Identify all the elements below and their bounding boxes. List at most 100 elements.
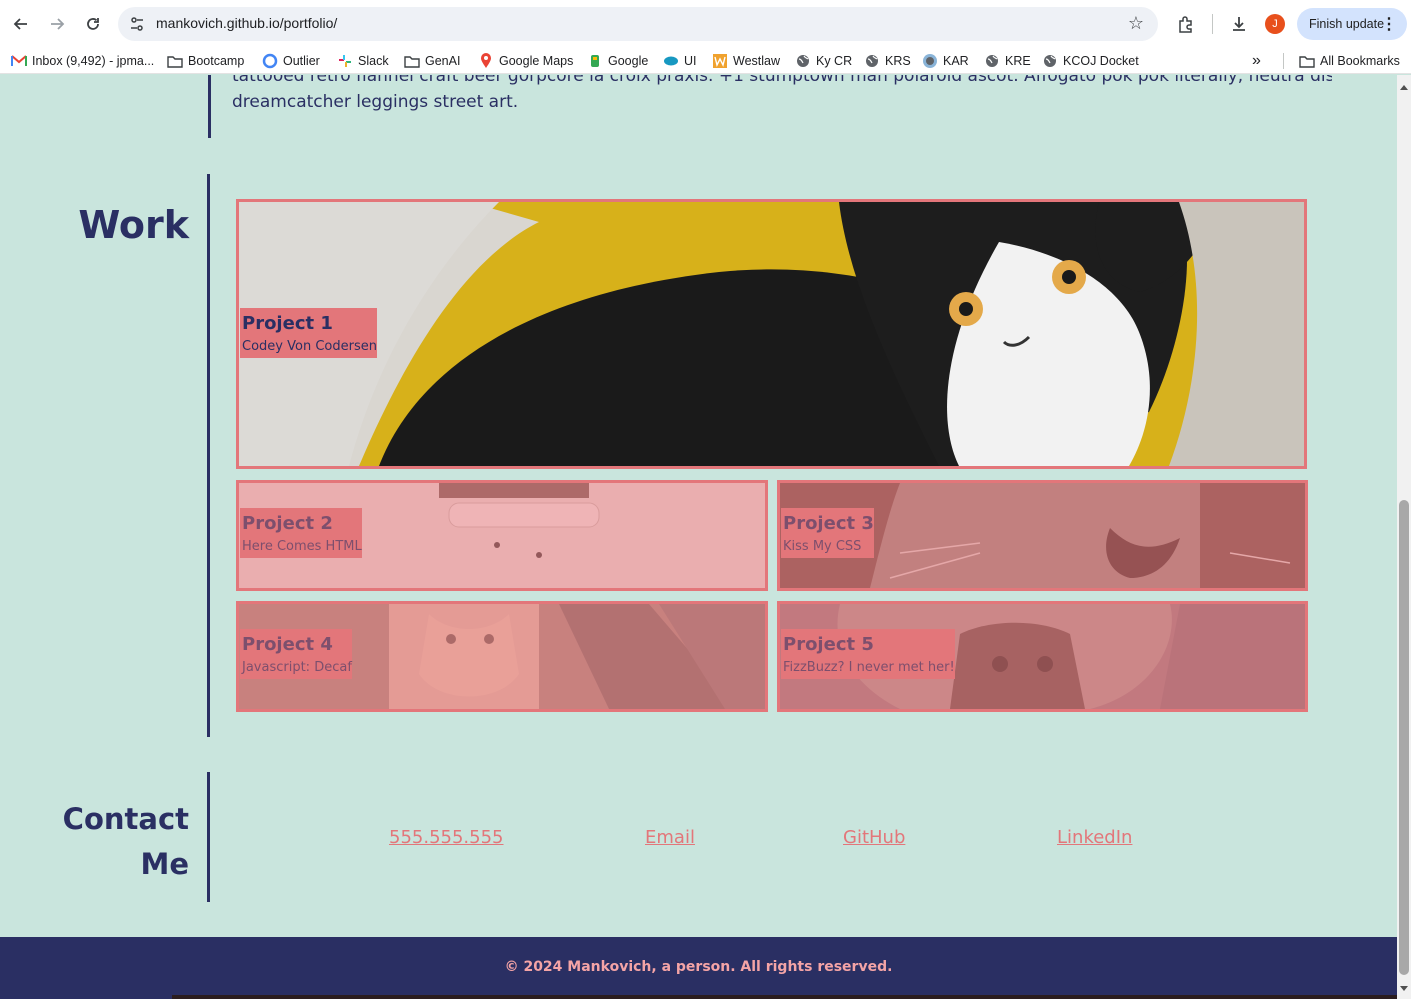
reload-icon[interactable] — [81, 12, 105, 36]
project-5-label: Project 5 FizzBuzz? I never met her! — [781, 629, 955, 679]
project-subtitle: Codey Von Codersen — [242, 339, 377, 354]
project-card-4[interactable]: Project 4 Javascript: Decaf — [236, 601, 768, 712]
bookmark-krs[interactable]: KRS — [864, 52, 911, 70]
project-3-label: Project 3 Kiss My CSS — [781, 508, 874, 558]
scrollbar-thumb[interactable] — [1399, 500, 1409, 975]
bookmarks-divider — [1283, 53, 1284, 69]
bookmark-label: GenAI — [425, 54, 461, 68]
work-heading: Work — [78, 203, 189, 247]
bookmark-westlaw[interactable]: Westlaw — [712, 52, 780, 70]
bookmark-label: Slack — [358, 54, 389, 68]
globe-icon — [1042, 53, 1058, 69]
project-card-5[interactable]: Project 5 FizzBuzz? I never met her! — [777, 601, 1308, 712]
contact-heading-line: Contact — [62, 802, 189, 836]
about-paragraph: tattooed retro flannel craft beer gorpco… — [232, 75, 1332, 115]
project-title: Project 3 — [783, 513, 874, 534]
project-card-1[interactable]: Project 1 Codey Von Codersen — [236, 199, 1307, 469]
scroll-up-arrow-icon[interactable] — [1400, 85, 1408, 90]
project-subtitle: Javascript: Decaf — [242, 660, 352, 675]
bookmark-ui[interactable]: UI — [663, 52, 697, 70]
page-footer: © 2024 Mankovich, a person. All rights r… — [0, 937, 1397, 999]
project-subtitle: Here Comes HTML — [242, 539, 362, 554]
bookmark-star-icon[interactable]: ☆ — [1128, 13, 1144, 34]
bookmark-genai[interactable]: GenAI — [404, 52, 460, 70]
toolbar-divider — [1212, 14, 1213, 34]
phone-link[interactable]: 555.555.555 — [389, 827, 504, 848]
bookmark-ky-cr[interactable]: Ky CR — [795, 52, 852, 70]
kebab-menu-icon: ⋮ — [1381, 16, 1397, 33]
bookmark-label: KCOJ Docket — [1063, 54, 1139, 68]
about-text-line: tattooed retro flannel craft beer gorpco… — [232, 75, 1332, 86]
bookmark-inbox[interactable]: Inbox (9,492) - jpma... — [11, 52, 154, 70]
profile-avatar[interactable]: J — [1265, 14, 1285, 34]
bookmark-kar[interactable]: KAR — [922, 52, 969, 70]
folder-icon — [404, 53, 420, 69]
bookmark-label: Westlaw — [733, 54, 781, 68]
bookmark-label: KAR — [943, 54, 969, 68]
project-subtitle: FizzBuzz? I never met her! — [783, 660, 955, 675]
finish-update-button[interactable]: Finish update ⋮ — [1297, 8, 1407, 40]
globe-icon — [984, 53, 1000, 69]
about-section-divider — [208, 75, 211, 138]
project-title: Project 5 — [783, 634, 874, 655]
slack-icon — [337, 53, 353, 69]
project-subtitle: Kiss My CSS — [783, 539, 862, 554]
more-bookmarks-chevron-icon[interactable]: » — [1252, 52, 1261, 70]
scroll-down-arrow-icon[interactable] — [1400, 986, 1408, 991]
bookmark-label: Google Maps — [499, 54, 574, 68]
contact-heading: Contact Me — [39, 797, 189, 887]
bookmark-label: Inbox (9,492) - jpma... — [32, 54, 155, 68]
bookmark-label: Outlier — [283, 54, 320, 68]
page-scrollbar[interactable] — [1397, 75, 1411, 999]
folder-icon — [167, 53, 183, 69]
bookmark-outlier[interactable]: Outlier — [262, 52, 320, 70]
all-bookmarks-label: All Bookmarks — [1320, 54, 1400, 68]
bookmark-bootcamp[interactable]: Bootcamp — [167, 52, 244, 70]
project-card-3[interactable]: Project 3 Kiss My CSS — [777, 480, 1308, 591]
google-icon — [587, 53, 603, 69]
contact-heading-line: Me — [140, 847, 189, 881]
outlier-icon — [262, 53, 278, 69]
bookmark-label: KRE — [1005, 54, 1031, 68]
bookmark-label: Bootcamp — [188, 54, 245, 68]
bookmark-kre[interactable]: KRE — [984, 52, 1031, 70]
gmail-icon — [11, 53, 27, 69]
folder-icon — [1299, 53, 1315, 69]
extensions-icon[interactable] — [1174, 12, 1198, 36]
bookmark-label: KRS — [885, 54, 911, 68]
back-arrow-icon[interactable] — [9, 12, 33, 36]
project-1-image — [239, 202, 1304, 466]
bookmark-google[interactable]: Google — [587, 52, 648, 70]
url-text[interactable]: mankovich.github.io/portfolio/ — [156, 15, 337, 31]
github-link[interactable]: GitHub — [843, 827, 905, 848]
email-link[interactable]: Email — [645, 827, 695, 848]
bookmark-google-maps[interactable]: Google Maps — [478, 52, 573, 70]
about-text-line: dreamcatcher leggings street art. — [232, 92, 519, 112]
linkedin-link[interactable]: LinkedIn — [1057, 827, 1132, 848]
project-1-label: Project 1 Codey Von Codersen — [240, 308, 377, 358]
download-icon[interactable] — [1227, 12, 1251, 36]
taskbar-edge — [172, 995, 1397, 999]
copyright-text: © 2024 Mankovich, a person. All rights r… — [504, 959, 893, 975]
site-settings-icon[interactable] — [128, 15, 146, 33]
bookmarks-bar: Inbox (9,492) - jpma... Bootcamp Outlier… — [0, 48, 1411, 74]
finish-update-label: Finish update — [1309, 17, 1385, 31]
browser-toolbar: mankovich.github.io/portfolio/ ☆ J Finis… — [0, 0, 1411, 48]
project-title: Project 4 — [242, 634, 333, 655]
page-viewport: tattooed retro flannel craft beer gorpco… — [0, 75, 1397, 999]
contact-section-divider — [207, 772, 210, 902]
bookmark-slack[interactable]: Slack — [337, 52, 389, 70]
work-section-divider — [207, 174, 210, 737]
bookmark-label: Google — [608, 54, 649, 68]
project-card-2[interactable]: Project 2 Here Comes HTML — [236, 480, 768, 591]
globe-icon — [795, 53, 811, 69]
bookmark-kcoj-docket[interactable]: KCOJ Docket — [1042, 52, 1139, 70]
salesforce-icon — [663, 53, 679, 69]
all-bookmarks-button[interactable]: All Bookmarks — [1299, 52, 1400, 70]
bookmark-label: UI — [684, 54, 697, 68]
address-bar[interactable]: mankovich.github.io/portfolio/ ☆ — [118, 7, 1158, 41]
forward-arrow-icon[interactable] — [45, 12, 69, 36]
maps-icon — [478, 53, 494, 69]
project-title: Project 2 — [242, 513, 333, 534]
globe-icon — [864, 53, 880, 69]
